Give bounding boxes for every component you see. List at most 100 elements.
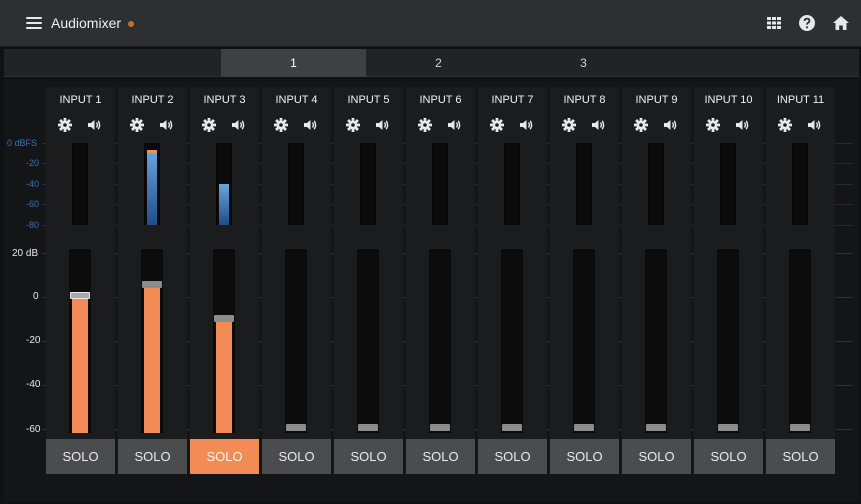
level-meter	[576, 143, 592, 225]
gain-fader[interactable]	[645, 249, 667, 433]
meter-scale-label: 0 dBFS	[7, 138, 38, 148]
solo-button[interactable]: SOLO	[118, 439, 187, 474]
level-meter	[720, 143, 736, 225]
fader-level-fill	[144, 283, 160, 433]
fader-handle[interactable]	[358, 424, 378, 431]
speaker-icon[interactable]	[518, 117, 534, 133]
gear-icon[interactable]	[346, 118, 360, 132]
solo-button[interactable]: SOLO	[190, 439, 259, 474]
channel-strip: INPUT 10	[694, 87, 763, 474]
channel-name: INPUT 11	[776, 94, 825, 106]
channel-name: INPUT 4	[275, 94, 318, 106]
help-icon[interactable]	[798, 14, 816, 32]
gear-icon[interactable]	[274, 118, 288, 132]
speaker-icon[interactable]	[302, 117, 318, 133]
fader-handle[interactable]	[502, 424, 522, 431]
gear-icon[interactable]	[490, 118, 504, 132]
fader-handle[interactable]	[214, 315, 234, 322]
meter-bar-right	[152, 150, 157, 225]
level-meter	[360, 143, 376, 225]
channel-name: INPUT 5	[347, 94, 390, 106]
solo-button[interactable]: SOLO	[622, 439, 691, 474]
channel-strip: INPUT 4	[262, 87, 331, 474]
gain-fader[interactable]	[429, 249, 451, 433]
solo-button[interactable]: SOLO	[46, 439, 115, 474]
tab-bar: 1 2 3	[4, 49, 859, 77]
gain-scale-label: -60	[26, 424, 41, 435]
level-meter	[288, 143, 304, 225]
solo-button[interactable]: SOLO	[262, 439, 331, 474]
gain-fader[interactable]	[717, 249, 739, 433]
grid-icon[interactable]	[765, 14, 783, 32]
fader-handle[interactable]	[430, 424, 450, 431]
hamburger-menu-icon[interactable]	[26, 16, 42, 30]
speaker-icon[interactable]	[86, 117, 102, 133]
meter-scale-label: -20	[26, 158, 40, 168]
gain-fader[interactable]	[285, 249, 307, 433]
gain-scale-label: 20 dB	[12, 248, 39, 259]
gear-icon[interactable]	[778, 118, 792, 132]
fader-level-fill	[216, 318, 232, 433]
tab-3[interactable]: 3	[511, 49, 656, 77]
tab-1[interactable]: 1	[221, 49, 366, 77]
channel-name: INPUT 2	[131, 94, 174, 106]
fader-handle[interactable]	[646, 424, 666, 431]
tab-2[interactable]: 2	[366, 49, 511, 77]
gain-scale-label: -40	[26, 379, 41, 390]
level-meter	[216, 143, 232, 225]
gain-scale-label: 0	[33, 291, 39, 302]
gear-icon[interactable]	[418, 118, 432, 132]
solo-button[interactable]: SOLO	[478, 439, 547, 474]
gear-icon[interactable]	[58, 118, 72, 132]
channel-strip: INPUT 2	[118, 87, 187, 474]
fader-handle[interactable]	[70, 292, 90, 299]
channel-name: INPUT 8	[563, 94, 606, 106]
channel-name: INPUT 7	[491, 94, 534, 106]
gear-icon[interactable]	[634, 118, 648, 132]
level-meter	[432, 143, 448, 225]
level-meter	[792, 143, 808, 225]
channel-strip: INPUT 8	[550, 87, 619, 474]
gear-icon[interactable]	[202, 118, 216, 132]
gear-icon[interactable]	[130, 118, 144, 132]
fader-handle[interactable]	[790, 424, 810, 431]
channel-name: INPUT 6	[419, 94, 462, 106]
solo-button[interactable]: SOLO	[406, 439, 475, 474]
gear-icon[interactable]	[562, 118, 576, 132]
channel-strip: INPUT 9	[622, 87, 691, 474]
solo-button[interactable]: SOLO	[550, 439, 619, 474]
speaker-icon[interactable]	[806, 117, 822, 133]
gear-icon[interactable]	[706, 118, 720, 132]
gain-fader[interactable]	[501, 249, 523, 433]
fader-handle[interactable]	[142, 280, 162, 288]
speaker-icon[interactable]	[230, 117, 246, 133]
gain-fader[interactable]	[213, 249, 235, 433]
solo-button[interactable]: SOLO	[694, 439, 763, 474]
speaker-icon[interactable]	[590, 117, 606, 133]
gain-fader[interactable]	[573, 249, 595, 433]
home-icon[interactable]	[832, 14, 850, 32]
gain-fader[interactable]	[69, 249, 91, 433]
speaker-icon[interactable]	[158, 117, 174, 133]
fader-handle[interactable]	[718, 424, 738, 431]
channel-name: INPUT 1	[59, 94, 102, 106]
gain-fader[interactable]	[357, 249, 379, 433]
fader-handle[interactable]	[574, 424, 594, 431]
level-meter	[72, 143, 88, 225]
speaker-icon[interactable]	[446, 117, 462, 133]
mixer-panel: 0 dBFS -20 -40 -60 -80 20 dB 0 -20 -40 -…	[4, 79, 859, 502]
fader-handle[interactable]	[286, 424, 306, 431]
solo-button[interactable]: SOLO	[334, 439, 403, 474]
channel-strip: INPUT 5	[334, 87, 403, 474]
fader-level-fill	[72, 295, 88, 433]
channel-name: INPUT 9	[635, 94, 678, 106]
speaker-icon[interactable]	[662, 117, 678, 133]
gain-fader[interactable]	[141, 249, 163, 433]
gain-fader[interactable]	[789, 249, 811, 433]
level-meter	[144, 143, 160, 225]
solo-button[interactable]: SOLO	[766, 439, 835, 474]
speaker-icon[interactable]	[734, 117, 750, 133]
top-bar: Audiomixer	[0, 0, 861, 47]
channel-name: INPUT 10	[704, 94, 753, 106]
speaker-icon[interactable]	[374, 117, 390, 133]
